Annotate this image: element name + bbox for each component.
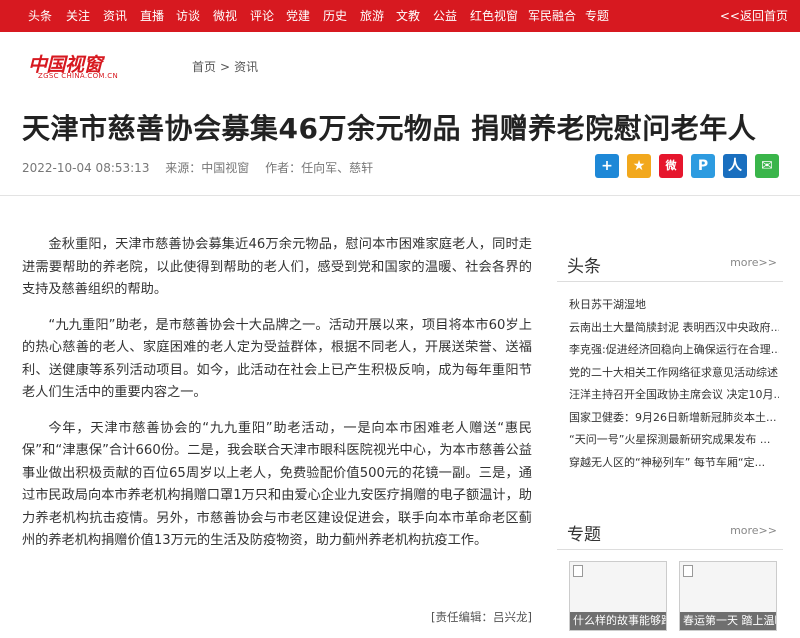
topic-thumbnail[interactable]: 春运第一天 踏上温暖... bbox=[679, 561, 777, 631]
headlines-header: 头条 more>> bbox=[557, 244, 783, 282]
nav-item-party[interactable]: 党建 bbox=[286, 0, 310, 32]
nav-item-live[interactable]: 直播 bbox=[140, 0, 164, 32]
article-body: 金秋重阳，天津市慈善协会募集近46万余元物品，慰问本市困难家庭老人，同时走进需要… bbox=[22, 234, 532, 566]
headline-item[interactable]: 汪洋主持召开全国政协主席会议 决定10月... bbox=[569, 384, 779, 407]
topics-more-link[interactable]: more>> bbox=[730, 524, 777, 537]
headline-item[interactable]: 党的二十大相关工作网络征求意见活动综述 bbox=[569, 362, 779, 385]
headline-item[interactable]: 秋日苏干湖湿地 bbox=[569, 294, 779, 317]
top-nav-bar: 头条 关注 资讯 直播 访谈 微视 评论 党建 历史 旅游 文教 公益 红色视窗… bbox=[0, 0, 800, 32]
nav-item-comment[interactable]: 评论 bbox=[250, 0, 274, 32]
publish-datetime: 2022-10-04 08:53:13 bbox=[22, 161, 150, 175]
breadcrumb-section[interactable]: 资讯 bbox=[234, 60, 258, 74]
nav-item-history[interactable]: 历史 bbox=[323, 0, 347, 32]
topic-caption: 春运第一天 踏上温暖... bbox=[680, 612, 776, 630]
nav-item-interview[interactable]: 访谈 bbox=[176, 0, 200, 32]
broken-image-icon bbox=[573, 565, 583, 577]
headline-item[interactable]: 穿越无人区的“神秘列车” 每节车厢“定... bbox=[569, 452, 779, 475]
breadcrumb-separator: > bbox=[220, 60, 231, 74]
site-logo[interactable]: 中国视窗 ZGSC CHINA.COM.CN bbox=[28, 50, 140, 80]
weibo-icon[interactable]: 微 bbox=[659, 154, 683, 178]
nav-item-military-civil[interactable]: 军民融合 bbox=[528, 0, 576, 32]
nav-item-microvideo[interactable]: 微视 bbox=[213, 0, 237, 32]
headline-item[interactable]: 国家卫健委：9月26日新增新冠肺炎本土... bbox=[569, 407, 779, 430]
renren-icon[interactable]: 人 bbox=[723, 154, 747, 178]
breadcrumb: 首页 > 资讯 bbox=[192, 58, 258, 75]
headlines-more-link[interactable]: more>> bbox=[730, 256, 777, 269]
article-paragraph: 金秋重阳，天津市慈善协会募集近46万余元物品，慰问本市困难家庭老人，同时走进需要… bbox=[22, 237, 532, 297]
headline-item[interactable]: 李克强:促进经济回稳向上确保运行在合理... bbox=[569, 339, 779, 362]
tencent-weibo-icon[interactable]: P bbox=[691, 154, 715, 178]
nav-item-news[interactable]: 资讯 bbox=[103, 0, 127, 32]
article-paragraph: 今年，天津市慈善协会的“九九重阳”助老活动，一是向本市困难老人赠送“惠民保”和“… bbox=[22, 420, 532, 549]
article-author: 作者：任向军、慈轩 bbox=[265, 161, 374, 175]
logo-subtext: ZGSC CHINA.COM.CN bbox=[38, 72, 119, 80]
nav-item-headline[interactable]: 头条 bbox=[28, 0, 52, 32]
header-divider bbox=[0, 195, 800, 196]
back-home-link[interactable]: <<返回首页 bbox=[720, 0, 788, 32]
headlines-list: 秋日苏干湖湿地 云南出土大量简牍封泥 表明西汉中央政府... 李克强:促进经济回… bbox=[569, 294, 779, 474]
headlines-title: 头条 bbox=[567, 257, 601, 277]
topic-thumbnail[interactable]: 什么样的故事能够跨... bbox=[569, 561, 667, 631]
nav-item-topics[interactable]: 专题 bbox=[585, 0, 609, 32]
topic-caption: 什么样的故事能够跨... bbox=[570, 612, 666, 630]
nav-item-follow[interactable]: 关注 bbox=[66, 0, 90, 32]
wechat-icon[interactable]: ✉ bbox=[755, 154, 779, 178]
article-title: 天津市慈善协会募集46万余元物品 捐赠养老院慰问老年人 bbox=[22, 112, 757, 145]
topics-header: 专题 more>> bbox=[557, 512, 783, 550]
headline-item[interactable]: “天问一号”火星探测最新研究成果发布 ... bbox=[569, 429, 779, 452]
headline-item[interactable]: 云南出土大量简牍封泥 表明西汉中央政府... bbox=[569, 317, 779, 340]
article-paragraph: “九九重阳”助老，是市慈善协会十大品牌之一。活动开展以来，项目将本市60岁上的热… bbox=[22, 317, 532, 401]
plus-share-icon[interactable]: + bbox=[595, 154, 619, 178]
nav-item-charity[interactable]: 公益 bbox=[433, 0, 457, 32]
topics-title: 专题 bbox=[567, 525, 601, 545]
qzone-icon[interactable]: ★ bbox=[627, 154, 651, 178]
broken-image-icon bbox=[683, 565, 693, 577]
article-meta: 2022-10-04 08:53:13 来源：中国视窗 作者：任向军、慈轩 bbox=[22, 159, 385, 176]
nav-item-culture[interactable]: 文教 bbox=[396, 0, 420, 32]
responsible-editor: [责任编辑：吕兴龙] bbox=[431, 610, 532, 624]
article-source: 来源：中国视窗 bbox=[165, 161, 250, 175]
nav-item-red-window[interactable]: 红色视窗 bbox=[470, 0, 518, 32]
nav-item-travel[interactable]: 旅游 bbox=[360, 0, 384, 32]
breadcrumb-home[interactable]: 首页 bbox=[192, 60, 216, 74]
